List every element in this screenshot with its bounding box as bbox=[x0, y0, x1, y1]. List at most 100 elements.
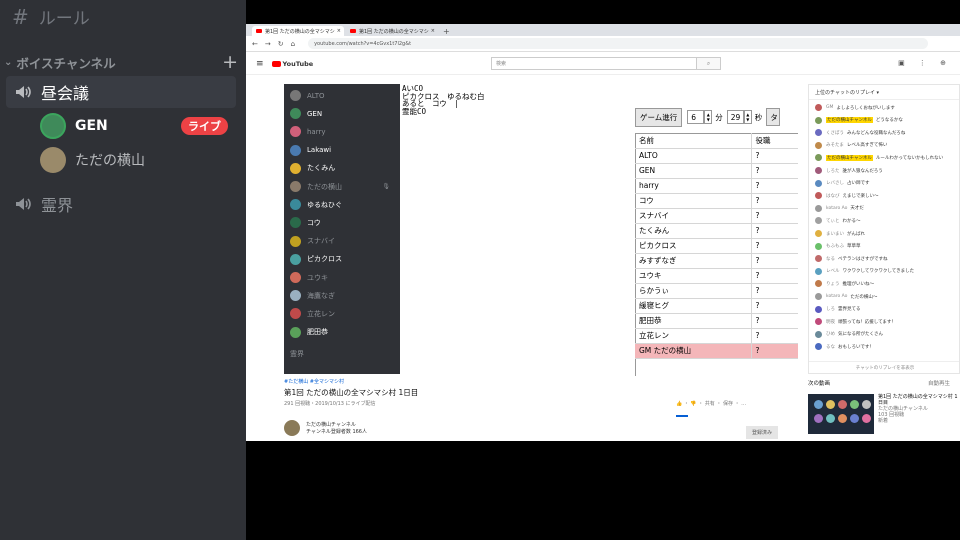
video-actions[interactable]: 👍 ・ 👎 ・ 共有 ・ 保存 ・ … bbox=[676, 400, 746, 407]
hide-chat-button[interactable]: チャットのリプレイを非表示 bbox=[809, 361, 959, 373]
avatar bbox=[290, 290, 301, 302]
text-channel-rules[interactable]: # ルール bbox=[12, 4, 90, 30]
voice-channel-meeting[interactable]: 昼会議 bbox=[6, 76, 236, 108]
player-role-cell[interactable]: ? bbox=[751, 238, 798, 254]
chat-header[interactable]: 上位のチャットのリプレイ ▾ bbox=[809, 85, 959, 100]
table-row: みすずなぎ? bbox=[635, 253, 798, 269]
chat-text: ただの横山～ bbox=[850, 294, 878, 300]
voice-category[interactable]: ⌄ ボイスチャンネル + bbox=[4, 53, 238, 72]
voice-user-gen[interactable]: GEN ライブ bbox=[40, 111, 236, 141]
player-role-cell[interactable]: ? bbox=[751, 343, 798, 359]
search-icon[interactable]: ⌕ bbox=[696, 58, 720, 69]
menu-icon[interactable]: ≡ bbox=[256, 59, 264, 69]
player-role-cell[interactable]: ? bbox=[751, 163, 798, 179]
player-role-cell[interactable]: ? bbox=[751, 223, 798, 239]
player-name-cell: らかうぃ bbox=[635, 283, 752, 299]
channel-info[interactable]: ただの横山チャンネル チャンネル登録者数 166人 bbox=[284, 420, 367, 436]
chat-author[interactable]: kotaro Ao bbox=[826, 206, 847, 211]
avatar bbox=[290, 144, 301, 156]
game-progress-button[interactable]: ゲーム進行 bbox=[635, 107, 683, 127]
player-name-cell: ALTO bbox=[635, 148, 752, 164]
video-hashtags[interactable]: #ただ横山 #全マシマシ村 bbox=[284, 378, 344, 385]
stream-voice-user-name: スナバイ bbox=[307, 237, 335, 246]
search-input[interactable]: 検索 ⌕ bbox=[491, 57, 721, 70]
chat-author[interactable]: まいまい bbox=[826, 231, 844, 237]
chat-author[interactable]: てぃと bbox=[826, 218, 840, 224]
up-next: 次の動画 自動再生 bbox=[808, 379, 950, 387]
url-field[interactable]: youtube.com/watch?v=4cGvx1t7l2g&t bbox=[308, 38, 929, 49]
chat-text: レベル高すぎて怖い bbox=[846, 143, 888, 149]
video-player[interactable]: 霊界 ALTO GEN harry Lakawi たくみん ただの横山 🎙 ゆるねひぐ コウ スナ… bbox=[284, 84, 798, 376]
chat-avatar bbox=[815, 192, 822, 200]
player-name-cell: 肥田恭 bbox=[635, 313, 752, 329]
player-role-cell[interactable]: ? bbox=[751, 193, 798, 209]
chat-message: ひめ 気になる所がたくさん bbox=[815, 330, 959, 339]
table-row: ピカクロス? bbox=[635, 238, 798, 254]
forward-icon[interactable]: → bbox=[265, 40, 271, 48]
chat-author[interactable]: 明夜 bbox=[826, 319, 835, 325]
tab-label: 第1回 ただの横山の全マシマシ bbox=[359, 28, 429, 35]
player-role-cell[interactable]: ? bbox=[751, 283, 798, 299]
chat-avatar bbox=[815, 217, 822, 225]
new-tab-icon[interactable]: + bbox=[443, 27, 450, 36]
player-role-cell[interactable]: ? bbox=[751, 253, 798, 269]
timer-button[interactable]: タ bbox=[766, 108, 781, 126]
stream-voice-user: たくみん bbox=[290, 161, 398, 176]
browser-tab[interactable]: 第1回 ただの横山の全マシマシ × bbox=[346, 26, 438, 36]
stream-voice-user: ただの横山 🎙 bbox=[290, 179, 398, 194]
seconds-field[interactable]: 29 bbox=[726, 110, 744, 124]
next-video-status: 新着 bbox=[878, 418, 889, 424]
minutes-field[interactable]: 6 bbox=[687, 110, 705, 124]
chat-author[interactable]: なる bbox=[826, 256, 835, 262]
table-row: ユウキ? bbox=[635, 268, 798, 284]
chat-author[interactable]: はなび bbox=[826, 193, 840, 199]
voice-user-yokoyama[interactable]: ただの横山 bbox=[40, 145, 236, 175]
player-role-cell[interactable]: ? bbox=[751, 208, 798, 224]
next-video-thumbnail[interactable] bbox=[808, 394, 874, 434]
player-role-cell[interactable]: ? bbox=[751, 298, 798, 314]
player-role-cell[interactable]: ? bbox=[751, 178, 798, 194]
chat-author[interactable]: もふもふ bbox=[826, 243, 844, 249]
chat-author[interactable]: GM bbox=[826, 105, 833, 110]
chat-author[interactable]: レバさし bbox=[826, 180, 844, 186]
minutes-stepper[interactable]: ▲ ▼ bbox=[704, 110, 713, 124]
chat-author[interactable]: kotaro Ao bbox=[826, 294, 847, 299]
chat-text: 誰が人狼なんだろう bbox=[842, 168, 883, 174]
autoplay-label[interactable]: 自動再生 bbox=[928, 379, 950, 387]
stream-voice-user-name: たくみん bbox=[307, 164, 336, 173]
player-role-cell[interactable]: ? bbox=[751, 268, 798, 284]
chat-author[interactable]: しろ bbox=[826, 306, 835, 312]
header-actions-icons[interactable]: ▣ ⋮ ⊕ bbox=[898, 59, 952, 67]
chat-author[interactable]: ひめ bbox=[826, 331, 835, 337]
home-icon[interactable]: ⌂ bbox=[291, 40, 295, 48]
player-role-cell[interactable]: ? bbox=[751, 328, 798, 344]
close-icon[interactable]: × bbox=[431, 28, 435, 34]
add-channel-icon[interactable]: + bbox=[222, 53, 238, 72]
column-header-name: 名前 bbox=[635, 133, 752, 149]
reload-icon[interactable]: ↻ bbox=[278, 40, 284, 48]
minutes-unit: 分 bbox=[715, 112, 723, 122]
chat-author[interactable]: くさぼう bbox=[826, 130, 844, 136]
player-role-cell[interactable]: ? bbox=[751, 148, 798, 164]
stream-voice-user: スナバイ bbox=[290, 234, 398, 249]
seconds-stepper[interactable]: ▲ ▼ bbox=[743, 110, 752, 124]
chat-author[interactable]: ただの横山チャンネル bbox=[826, 117, 873, 124]
next-video-info[interactable]: 第1回 ただの横山の全マシマシ村 1日目 ただの横山チャンネル 103 回視聴 … bbox=[878, 394, 958, 424]
chat-author[interactable]: みそたま bbox=[826, 142, 844, 148]
close-icon[interactable]: × bbox=[337, 28, 341, 34]
youtube-logo[interactable]: YouTube bbox=[271, 60, 313, 68]
voice-channel-spirit[interactable]: 霊界 bbox=[6, 188, 236, 220]
chat-author[interactable]: りょう bbox=[826, 281, 840, 287]
subscribe-button[interactable]: 登録済み bbox=[746, 426, 779, 439]
player-role-cell[interactable]: ? bbox=[751, 313, 798, 329]
chat-avatar bbox=[815, 141, 822, 149]
chat-author[interactable]: ただの横山チャンネル bbox=[826, 154, 873, 161]
chat-author[interactable]: レベル bbox=[826, 268, 840, 274]
browser-tab[interactable]: 第1回 ただの横山の全マシマシ × bbox=[252, 26, 344, 36]
chat-author[interactable]: るな bbox=[826, 344, 835, 350]
stream-voice-user-name: ただの横山 bbox=[307, 182, 342, 191]
chat-author[interactable]: しろた bbox=[826, 168, 840, 174]
chat-avatar bbox=[815, 343, 822, 351]
back-icon[interactable]: ← bbox=[252, 40, 258, 48]
chat-message: レバさし 占い師です bbox=[815, 179, 959, 188]
